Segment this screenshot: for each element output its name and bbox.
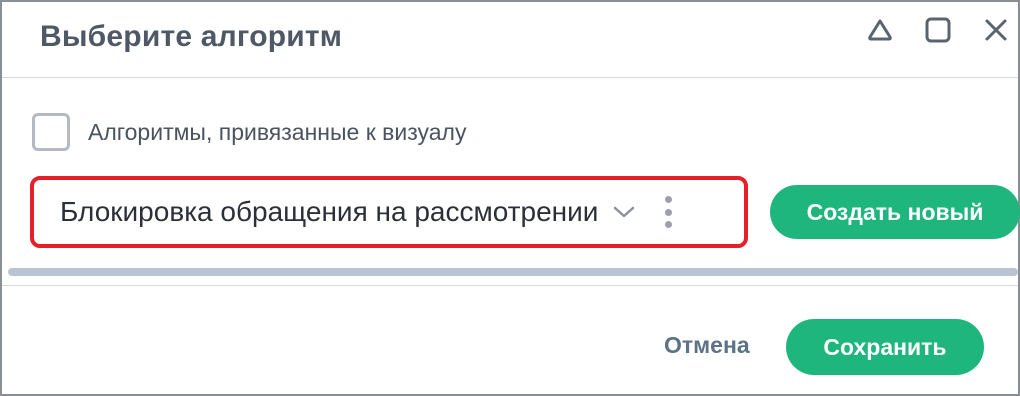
close-icon[interactable]	[978, 12, 1014, 48]
footer-divider	[2, 285, 1018, 286]
dialog-title: Выберите алгоритм	[40, 20, 343, 53]
kebab-dot	[664, 221, 672, 228]
algorithm-select[interactable]: Блокировка обращения на рассмотрении	[30, 176, 748, 248]
kebab-dot	[664, 196, 672, 203]
save-button[interactable]: Сохранить	[786, 319, 984, 375]
create-new-button[interactable]: Создать новый	[770, 185, 1020, 239]
dialog-header: Выберите алгоритм	[2, 2, 1018, 78]
algorithm-select-value[interactable]: Блокировка обращения на рассмотрении	[60, 196, 598, 228]
horizontal-scrollbar[interactable]	[8, 268, 1018, 276]
kebab-dot	[664, 208, 672, 216]
maximize-icon[interactable]	[920, 12, 956, 48]
linked-algorithms-label: Алгоритмы, привязанные к визуалу	[88, 118, 467, 145]
cancel-button[interactable]: Отмена	[664, 332, 750, 359]
collapse-icon[interactable]	[862, 12, 898, 48]
more-vertical-icon[interactable]	[658, 190, 678, 234]
algorithm-select-inner: Блокировка обращения на рассмотрении	[38, 184, 740, 240]
linked-algorithms-option: Алгоритмы, привязанные к визуалу	[32, 112, 466, 152]
linked-algorithms-checkbox[interactable]	[32, 113, 70, 151]
algorithm-dialog: Выберите алгоритм Алгоритмы, привязанные…	[0, 0, 1020, 396]
chevron-down-icon[interactable]	[612, 200, 636, 224]
